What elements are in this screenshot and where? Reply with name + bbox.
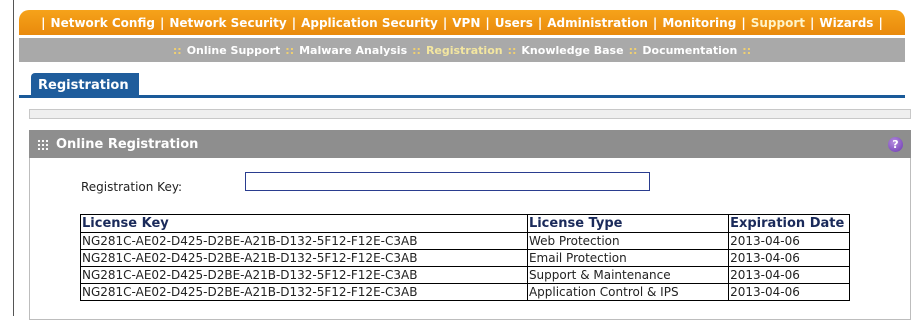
license-table: License Key License Type Expiration Date…: [80, 214, 850, 301]
nav-administration[interactable]: Administration: [542, 16, 653, 30]
nav-wizards[interactable]: Wizards: [814, 16, 878, 30]
subnav-malware-analysis[interactable]: Malware Analysis: [296, 44, 410, 57]
license-type-cell: Application Control & IPS: [526, 283, 730, 301]
table-row: NG281C-AE02-D425-D2BE-A21B-D132-5F12-F12…: [80, 266, 850, 284]
table-row: NG281C-AE02-D425-D2BE-A21B-D132-5F12-F12…: [80, 283, 850, 301]
column-header-license-type: License Type: [526, 214, 730, 233]
nav-network-config[interactable]: Network Config: [46, 16, 160, 30]
registration-key-input[interactable]: [245, 172, 650, 191]
nav-network-security[interactable]: Network Security: [164, 16, 291, 30]
section-header: Online Registration: [29, 130, 911, 158]
subnav-registration[interactable]: Registration: [423, 44, 506, 57]
subnav-knowledge-base[interactable]: Knowledge Base: [518, 44, 626, 57]
table-row: NG281C-AE02-D425-D2BE-A21B-D132-5F12-F12…: [80, 249, 850, 267]
table-header-row: License Key License Type Expiration Date: [80, 214, 850, 233]
top-nav: | Network Config | Network Security | Ap…: [19, 10, 905, 35]
table-row: NG281C-AE02-D425-D2BE-A21B-D132-5F12-F12…: [80, 232, 850, 250]
license-key-cell: NG281C-AE02-D425-D2BE-A21B-D132-5F12-F12…: [80, 249, 528, 267]
help-icon[interactable]: ?: [888, 137, 903, 152]
column-header-expiration-date: Expiration Date: [728, 214, 850, 233]
expiration-date-cell: 2013-04-06: [728, 249, 850, 267]
subnav-online-support[interactable]: Online Support: [184, 44, 284, 57]
tab-registration[interactable]: Registration: [31, 73, 139, 98]
license-type-cell: Web Protection: [526, 232, 730, 250]
expiration-date-cell: 2013-04-06: [728, 266, 850, 284]
nav-vpn[interactable]: VPN: [447, 16, 485, 30]
grid-icon: [37, 138, 48, 150]
expiration-date-cell: 2013-04-06: [728, 232, 850, 250]
sub-nav: :: Online Support :: Malware Analysis ::…: [19, 38, 905, 62]
license-key-cell: NG281C-AE02-D425-D2BE-A21B-D132-5F12-F12…: [80, 283, 528, 301]
subnav-separator: ::: [628, 43, 638, 57]
nav-users[interactable]: Users: [490, 16, 538, 30]
nav-separator: |: [878, 15, 883, 30]
nav-support[interactable]: Support: [746, 16, 810, 30]
subnav-separator: ::: [285, 43, 295, 57]
subnav-separator: ::: [172, 43, 182, 57]
subnav-documentation[interactable]: Documentation: [639, 44, 740, 57]
message-bar: [29, 109, 911, 119]
license-type-cell: Email Protection: [526, 249, 730, 267]
registration-key-label: Registration Key:: [81, 180, 183, 194]
nav-application-security[interactable]: Application Security: [296, 16, 443, 30]
expiration-date-cell: 2013-04-06: [728, 283, 850, 301]
subnav-separator: ::: [412, 43, 421, 57]
subnav-separator: ::: [507, 43, 517, 57]
tab-underline: [19, 95, 905, 98]
section-title: Online Registration: [56, 136, 199, 152]
license-type-cell: Support & Maintenance: [526, 266, 730, 284]
license-key-cell: NG281C-AE02-D425-D2BE-A21B-D132-5F12-F12…: [80, 266, 528, 284]
column-header-license-key: License Key: [80, 214, 528, 233]
license-key-cell: NG281C-AE02-D425-D2BE-A21B-D132-5F12-F12…: [80, 232, 528, 250]
nav-monitoring[interactable]: Monitoring: [657, 16, 741, 30]
subnav-separator: ::: [742, 43, 752, 57]
